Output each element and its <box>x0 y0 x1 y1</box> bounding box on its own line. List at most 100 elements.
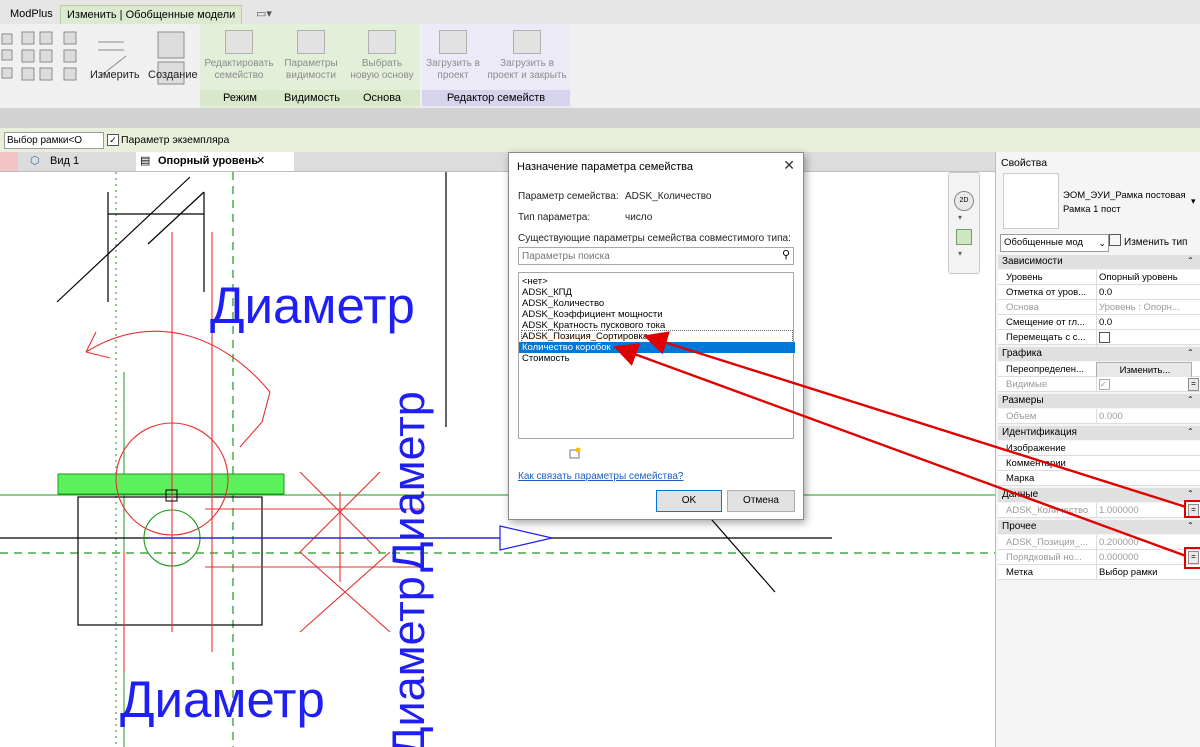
list-item[interactable]: <нет> <box>522 276 792 287</box>
help-link[interactable]: Как связать параметры семейства? <box>518 471 683 482</box>
diameter-label-top[interactable]: Диаметр <box>210 276 415 335</box>
prop-row-override[interactable]: Переопределен... Изменить... <box>998 362 1200 379</box>
drawing-geometry <box>0 172 995 747</box>
existing-params-label: Существующие параметры семейства совмест… <box>518 233 791 244</box>
load-into-project-button[interactable]: Загрузить в проект <box>422 30 484 82</box>
group-dimensions[interactable]: Размеры <box>998 394 1200 408</box>
chevron-down-icon[interactable]: ▾ <box>958 213 962 222</box>
panel-mode-label: Режим <box>200 90 280 106</box>
list-item[interactable]: ADSK_Коэффициент мощности <box>522 309 792 320</box>
ribbon-options-icon[interactable]: ▭▾ <box>250 5 278 24</box>
prop-row-level[interactable]: Уровень Опорный уровень <box>998 270 1200 285</box>
family-param-value: ADSK_Количество <box>625 191 712 202</box>
prop-row-elevation[interactable]: Отметка от уров... 0.0 <box>998 285 1200 300</box>
panel-measure-label: Измерить <box>90 69 140 81</box>
cancel-button[interactable]: Отмена <box>727 490 795 512</box>
collapse-icon[interactable]: ⌃ <box>1187 395 1194 404</box>
label-select[interactable]: Выбор рамки<О <box>4 132 104 149</box>
collapse-icon[interactable]: ⌃ <box>1187 489 1194 498</box>
options-bar: Выбор рамки<О ✓ Параметр экземпляра <box>0 128 1200 152</box>
diameter-label-vertical-2[interactable]: Диаметр <box>383 576 435 747</box>
type-subname: Рамка 1 пост <box>1063 204 1121 215</box>
prop-row-visible: Видимые ✓ = <box>998 377 1200 392</box>
diameter-label-vertical-1[interactable]: Диаметр <box>383 391 435 572</box>
type-preview <box>1003 173 1059 229</box>
new-parameter-icon[interactable] <box>569 447 581 459</box>
list-item[interactable]: Стоимость <box>522 353 792 364</box>
prop-row-label[interactable]: Метка Выбор рамки <box>998 565 1200 580</box>
diameter-label-bottom[interactable]: Диаметр <box>120 670 325 729</box>
prop-row-host: Основа Уровень : Опорн... <box>998 300 1200 315</box>
search-input[interactable] <box>522 249 772 263</box>
list-item[interactable]: ADSK_Количество <box>522 298 792 309</box>
group-other[interactable]: Прочее <box>998 520 1200 534</box>
tab-modplus[interactable]: ModPlus <box>4 5 59 24</box>
edit-family-icon <box>225 30 253 54</box>
search-box[interactable]: ⚲ <box>518 247 794 265</box>
type-dropdown-icon[interactable]: ▾ <box>1191 196 1196 207</box>
highlight-box-quantity <box>1184 500 1200 518</box>
type-filter-select[interactable]: Обобщенные мод ⌄ <box>1000 234 1109 252</box>
group-data[interactable]: Данные <box>998 488 1200 502</box>
load-close-icon <box>513 30 541 54</box>
family-param-label: Параметр семейства: <box>518 191 619 202</box>
dialog-title: Назначение параметра семейства <box>517 161 693 173</box>
panel-family-editor-label: Редактор семейств <box>422 90 570 106</box>
properties-palette: Свойства ЭОМ_ЭУИ_Рамка постовая Рамка 1 … <box>995 152 1200 747</box>
edit-family-button[interactable]: Редактировать семейство <box>203 30 275 82</box>
instance-param-checkbox[interactable]: ✓ <box>107 134 119 146</box>
group-graphics[interactable]: Графика <box>998 347 1200 361</box>
ribbon-separator <box>0 108 1200 128</box>
instance-param-label: Параметр экземпляра <box>121 134 230 146</box>
chevron-down-icon-2[interactable]: ▾ <box>958 249 962 258</box>
properties-title: Свойства <box>1001 157 1048 169</box>
prop-row-mark[interactable]: Марка <box>998 471 1200 486</box>
zoom-icon[interactable] <box>956 229 972 245</box>
load-icon <box>439 30 467 54</box>
edit-type-button[interactable]: Изменить тип <box>1109 234 1197 250</box>
prop-row-comments[interactable]: Комментарии <box>998 456 1200 471</box>
tab-close-icon[interactable]: ✕ <box>256 152 265 171</box>
collapse-icon[interactable]: ⌃ <box>1187 256 1194 265</box>
view-tab-previous[interactable] <box>0 152 18 171</box>
plan-view-icon: ▤ <box>140 155 151 167</box>
close-icon[interactable]: ✕ <box>783 157 795 174</box>
collapse-icon[interactable]: ⌃ <box>1187 427 1194 436</box>
list-item[interactable]: ADSK_Кратность пускового тока <box>522 320 792 331</box>
panel-visibility-label: Видимость <box>280 90 344 106</box>
drawing-canvas[interactable]: Диаметр Диаметр Диаметр Диаметр <box>0 172 995 747</box>
panel-create-label: Создание <box>148 69 198 81</box>
list-item-selected[interactable]: Количество коробок <box>519 342 795 353</box>
prop-row-offset[interactable]: Смещение от гл... 0.0 <box>998 315 1200 330</box>
collapse-icon[interactable]: ⌃ <box>1187 521 1194 530</box>
search-icon[interactable]: ⚲ <box>782 248 790 261</box>
view-tab-bar: ⬡ Вид 1 ▤ Опорный уровень ✕ <box>0 152 995 172</box>
move-with-checkbox[interactable] <box>1099 332 1110 343</box>
list-item[interactable]: ADSK_Позиция_Сортировка <box>521 330 793 343</box>
highlight-box-sequence <box>1184 547 1200 569</box>
collapse-icon[interactable]: ⌃ <box>1187 348 1194 357</box>
tab-view-1[interactable]: ⬡ Вид 1 <box>28 152 146 171</box>
pick-new-host-button[interactable]: Выбрать новую основу <box>345 30 419 82</box>
prop-row-sequence: Порядковый но... 0.000000 = <box>998 550 1200 565</box>
tab-modify-generic-models[interactable]: Изменить | Обобщенные модели <box>60 5 243 25</box>
visibility-icon <box>297 30 325 54</box>
navigation-bar: 2D ▾ ▾ <box>948 172 980 274</box>
steering-wheel-icon[interactable]: 2D <box>954 191 974 211</box>
parameter-listbox[interactable]: <нет> ADSK_КПД ADSK_Количество ADSK_Коэф… <box>518 272 795 439</box>
list-item[interactable]: ADSK_КПД <box>522 287 792 298</box>
prop-row-volume: Объем 0.000 <box>998 409 1200 424</box>
load-and-close-button[interactable]: Загрузить в проект и закрыть <box>484 30 570 82</box>
prop-row-adsk-quantity: ADSK_Количество 1.000000 = <box>998 503 1200 518</box>
associate-param-button[interactable]: = <box>1188 378 1199 391</box>
prop-row-image[interactable]: Изображение <box>998 441 1200 456</box>
ok-button[interactable]: OK <box>656 490 722 512</box>
group-identity[interactable]: Идентификация <box>998 426 1200 440</box>
tab-reference-level[interactable]: ▤ Опорный уровень ✕ <box>136 152 294 171</box>
3d-view-icon: ⬡ <box>30 155 40 167</box>
visibility-settings-button[interactable]: Параметры видимости <box>280 30 342 82</box>
visible-checkbox: ✓ <box>1099 379 1110 390</box>
group-constraints[interactable]: Зависимости <box>998 255 1200 269</box>
param-type-label: Тип параметра: <box>518 212 591 223</box>
prop-row-move-with[interactable]: Перемещать с с... <box>998 330 1200 348</box>
